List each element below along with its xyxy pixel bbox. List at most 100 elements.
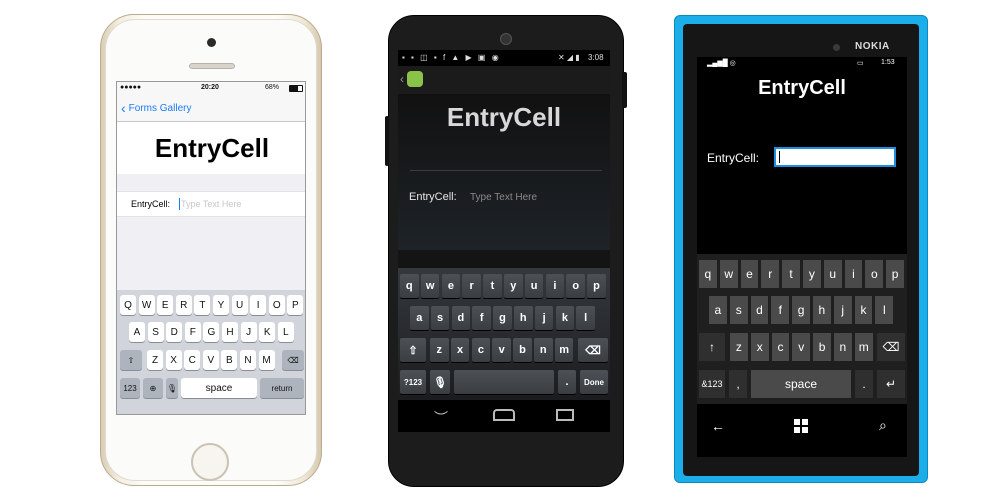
search-icon[interactable]: ⌕ (879, 417, 887, 434)
key-r[interactable]: r (761, 260, 780, 288)
key-f[interactable]: f (472, 306, 491, 330)
space-key[interactable] (454, 370, 554, 394)
key-s[interactable]: S (147, 322, 164, 342)
entry-cell-placeholder[interactable]: Type Text Here (470, 192, 537, 203)
microphone-key[interactable]: 🎙 (166, 378, 178, 398)
key-z[interactable]: z (730, 333, 748, 361)
key-k[interactable]: k (854, 296, 873, 324)
key-v[interactable]: v (492, 338, 511, 362)
entry-cell-placeholder[interactable]: Type Text Here (181, 199, 241, 209)
key-o[interactable]: O (268, 295, 285, 315)
key-y[interactable]: y (803, 260, 821, 288)
return-key[interactable]: return (260, 378, 304, 398)
key-k[interactable]: k (555, 306, 575, 330)
key-o[interactable]: o (566, 274, 585, 298)
home-nav-icon[interactable] (493, 409, 515, 421)
key-a[interactable]: A (129, 322, 145, 342)
key-e[interactable]: E (157, 295, 174, 315)
recents-nav-icon[interactable] (556, 409, 574, 421)
key-h[interactable]: h (514, 306, 533, 330)
key-i[interactable]: i (844, 260, 863, 288)
key-o[interactable]: o (865, 260, 884, 288)
delete-key[interactable]: ⌫ (282, 350, 304, 370)
key-i[interactable]: i (545, 274, 565, 298)
key-w[interactable]: w (420, 274, 440, 298)
key-q[interactable]: q (699, 260, 717, 288)
shift-key[interactable]: ⇧ (400, 338, 426, 362)
delete-key[interactable]: ⌫ (578, 338, 608, 362)
delete-key[interactable]: ⌫ (877, 333, 905, 361)
key-h[interactable]: H (222, 322, 238, 342)
enter-key[interactable]: ↵ (877, 370, 905, 398)
key-b[interactable]: B (221, 350, 238, 370)
key-r[interactable]: R (175, 295, 192, 315)
key-a[interactable]: a (709, 296, 727, 324)
key-k[interactable]: K (259, 322, 276, 342)
period-key[interactable]: . (558, 370, 576, 394)
key-l[interactable]: L (277, 322, 294, 342)
key-j[interactable]: J (240, 322, 257, 342)
key-z[interactable]: z (430, 338, 449, 362)
key-m[interactable]: m (854, 333, 873, 361)
entry-cell-input[interactable] (774, 147, 896, 167)
key-x[interactable]: x (450, 338, 470, 362)
key-t[interactable]: T (194, 295, 211, 315)
key-p[interactable]: p (886, 260, 904, 288)
key-q[interactable]: Q (120, 295, 136, 315)
key-g[interactable]: G (203, 322, 220, 342)
key-q[interactable]: q (400, 274, 419, 298)
key-g[interactable]: g (493, 306, 512, 330)
key-u[interactable]: u (823, 260, 842, 288)
key-s[interactable]: s (729, 296, 748, 324)
period-key[interactable]: . (855, 370, 873, 398)
key-e[interactable]: e (740, 260, 759, 288)
key-w[interactable]: W (138, 295, 155, 315)
key-u[interactable]: U (231, 295, 248, 315)
comma-key[interactable]: , (729, 370, 747, 398)
key-t[interactable]: t (483, 274, 502, 298)
shift-key[interactable]: ⇧ (120, 350, 142, 370)
up-caret-icon[interactable]: ‹ (400, 72, 404, 86)
key-d[interactable]: d (451, 306, 471, 330)
key-y[interactable]: y (504, 274, 523, 298)
key-z[interactable]: Z (147, 350, 163, 370)
globe-key[interactable]: ⊕ (143, 378, 163, 398)
key-g[interactable]: g (792, 296, 810, 324)
symbols-key[interactable]: ?123 (400, 370, 426, 394)
key-s[interactable]: s (430, 306, 450, 330)
back-nav-icon[interactable]: ︶ (434, 408, 448, 428)
key-r[interactable]: r (462, 274, 481, 298)
microphone-key[interactable]: 🎙 (430, 370, 450, 394)
key-b[interactable]: b (513, 338, 532, 362)
space-key[interactable]: space (751, 370, 851, 398)
key-v[interactable]: V (202, 350, 219, 370)
key-f[interactable]: f (771, 296, 790, 324)
key-e[interactable]: e (441, 274, 461, 298)
done-key[interactable]: Done (580, 370, 608, 394)
key-w[interactable]: w (719, 260, 738, 288)
key-j[interactable]: j (534, 306, 554, 330)
key-c[interactable]: C (184, 350, 201, 370)
back-button[interactable]: ‹ Forms Gallery (121, 100, 191, 116)
space-key[interactable]: space (181, 378, 257, 398)
key-n[interactable]: n (834, 333, 852, 361)
windows-start-icon[interactable] (794, 419, 808, 433)
key-l[interactable]: l (576, 306, 595, 330)
key-u[interactable]: u (524, 274, 544, 298)
key-m[interactable]: M (258, 350, 275, 370)
entry-cell[interactable]: EntryCell: Type Text Here (117, 191, 305, 217)
key-y[interactable]: Y (213, 295, 229, 315)
numbers-key[interactable]: 123 (120, 378, 140, 398)
key-f[interactable]: F (184, 322, 201, 342)
shift-key[interactable]: ↑ (699, 333, 725, 361)
key-m[interactable]: m (554, 338, 574, 362)
key-i[interactable]: I (250, 295, 267, 315)
android-app-icon[interactable] (407, 71, 423, 87)
key-h[interactable]: h (813, 296, 831, 324)
back-arrow-icon[interactable]: ← (711, 418, 725, 434)
key-b[interactable]: b (813, 333, 831, 361)
symbols-key[interactable]: &123 (699, 370, 725, 398)
key-d[interactable]: D (166, 322, 183, 342)
key-p[interactable]: p (587, 274, 606, 298)
key-n[interactable]: N (240, 350, 256, 370)
